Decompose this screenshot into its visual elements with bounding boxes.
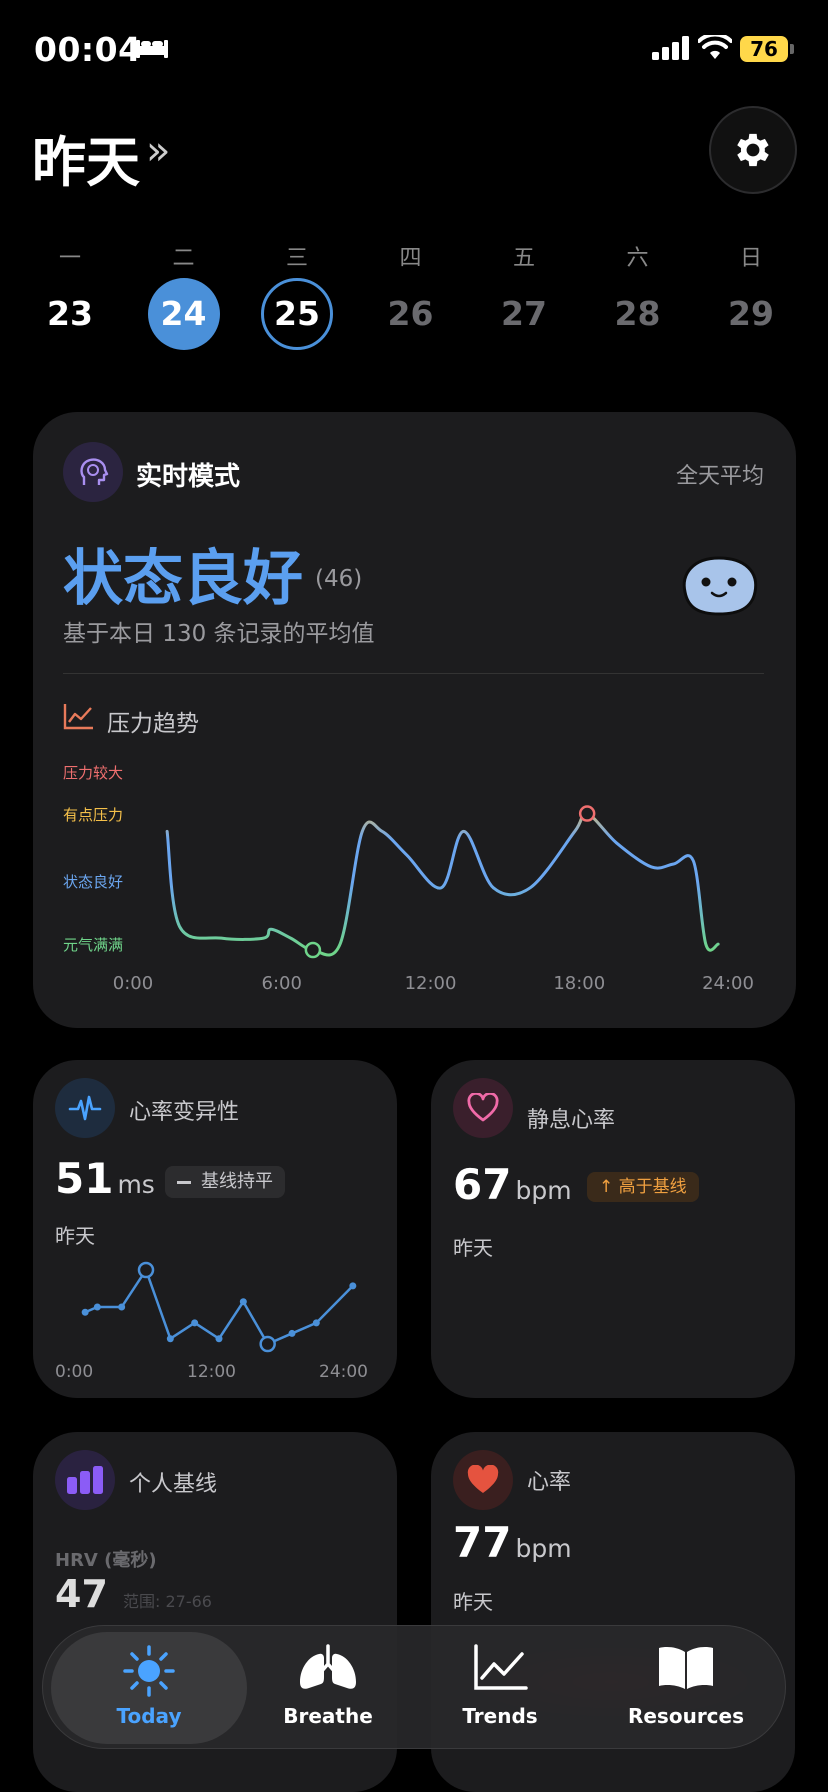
hrv-x-tick-label: 12:00 [187,1362,236,1382]
x-tick-label: 0:00 [112,973,154,994]
status-bar: 00:04 76 [0,0,828,100]
hrv-point [93,1303,101,1311]
stress-trend-chart[interactable] [33,412,796,1028]
weekday-label: 五 [512,246,535,271]
rhr-value-row: 67 bpm [453,1160,572,1209]
sleep-bed-icon [135,38,169,64]
baseline-title: 个人基线 [129,1472,218,1497]
hr-value-row: 77 bpm [453,1518,572,1567]
hrv-point [191,1319,199,1327]
status-time: 00:04 [34,30,142,69]
battery-tip [790,44,794,54]
hrv-point [259,1335,276,1353]
baseline-metric: HRV (毫秒) [55,1550,157,1571]
x-tick-label: 6:00 [261,973,302,994]
rhr-icon-bg [453,1078,513,1138]
tab-breathe[interactable]: Breathe [243,1626,413,1750]
cellular-signal-icon [652,36,690,64]
stress-trend-line [165,811,720,957]
rhr-badge-label: 高于基线 [618,1177,687,1197]
rhr-title: 静息心率 [527,1108,616,1133]
stress-summary-card[interactable]: 实时模式 全天平均 状态良好 (46) 基于本日 130 条记录的平均值 压力趋… [33,412,796,1028]
rhr-sub: 昨天 [453,1236,493,1260]
tab-resources-label: Resources [627,1704,745,1728]
arrow-up-icon: ↑ [599,1177,619,1197]
baseline-range: 范围: 27-66 [123,1592,212,1611]
hrv-card[interactable]: 心率变异性 51 ms 基线持平 昨天 0:00 12:00 24:00 [33,1060,397,1398]
max-stress-marker [578,805,596,822]
hrv-point [137,1261,155,1279]
hrv-mini-chart [81,1261,357,1353]
tab-today[interactable]: Today [51,1632,247,1744]
tab-trends[interactable]: Trends [415,1626,585,1750]
week-selector: 一 23 二 24 三 25 四 26 五 27 六 28 日 29 [15,240,815,370]
weekday-label: 一 [58,246,81,271]
resting-hr-card[interactable]: 静息心率 67 bpm ↑ 高于基线 昨天 [431,1060,795,1398]
weekday-label: 四 [399,246,422,271]
gear-icon [737,133,769,167]
heart-filled-icon [467,1465,499,1493]
tab-trends-label: Trends [462,1704,538,1728]
weekday-label: 六 [626,246,649,271]
x-tick-label: 12:00 [404,973,457,994]
tab-breathe-label: Breathe [283,1704,373,1728]
battery-indicator: 76 [740,36,788,62]
book-icon [659,1647,713,1689]
date-number: 25 [261,278,333,350]
wifi-icon [697,32,733,65]
date-number: 28 [614,294,661,333]
hr-icon-bg [453,1450,513,1510]
day-24[interactable]: 二 24 [129,240,239,350]
hr-title: 心率 [527,1470,572,1495]
tab-today-label: Today [116,1704,182,1728]
hr-unit: bpm [515,1534,572,1563]
rhr-baseline-badge: ↑ 高于基线 [587,1172,699,1202]
tab-bar: Today Breathe Trends Resources [42,1625,786,1749]
min-stress-marker [304,941,322,959]
hrv-point [312,1319,320,1327]
bar-chart-icon [67,1466,103,1494]
weekday-label: 二 [172,246,195,271]
date-number: 26 [387,294,434,333]
weekday-label: 三 [285,246,308,271]
date-number: 23 [47,294,93,333]
hrv-line [84,1268,354,1346]
rhr-unit: bpm [515,1176,572,1205]
hrv-point [349,1282,357,1290]
chevron-double-right-icon[interactable]: » [146,128,170,174]
day-26[interactable]: 四 26 [356,240,466,350]
date-number: 24 [147,278,220,350]
day-25[interactable]: 三 25 [242,240,352,350]
weekday-label: 日 [739,246,762,271]
rhr-value: 67 [453,1160,512,1209]
trend-chart-icon [474,1644,528,1690]
baseline-value: 47 [55,1572,108,1616]
tab-resources[interactable]: Resources [591,1626,781,1750]
x-tick-label: 24:00 [702,973,754,994]
hrv-point [118,1303,126,1311]
hrv-x-tick-label: 0:00 [55,1362,94,1382]
page-title[interactable]: 昨天 [32,118,140,197]
hrv-point [215,1335,223,1343]
hr-value: 77 [453,1518,512,1567]
baseline-icon-bg [55,1450,115,1510]
day-28[interactable]: 六 28 [583,240,693,350]
day-23[interactable]: 一 23 [15,240,125,350]
day-27[interactable]: 五 27 [469,240,579,350]
date-number: 27 [501,294,547,333]
x-tick-label: 18:00 [553,973,606,994]
hrv-point [166,1335,174,1343]
lungs-icon [300,1644,356,1689]
hrv-point [288,1329,296,1337]
hrv-point [81,1308,89,1316]
hrv-x-tick-label: 24:00 [319,1362,368,1382]
sun-icon [123,1645,175,1697]
heart-outline-icon [467,1093,499,1122]
day-29[interactable]: 日 29 [696,240,806,350]
hrv-point [239,1298,247,1306]
date-number: 29 [728,294,774,333]
settings-button[interactable] [709,106,797,194]
hr-sub: 昨天 [453,1590,493,1614]
